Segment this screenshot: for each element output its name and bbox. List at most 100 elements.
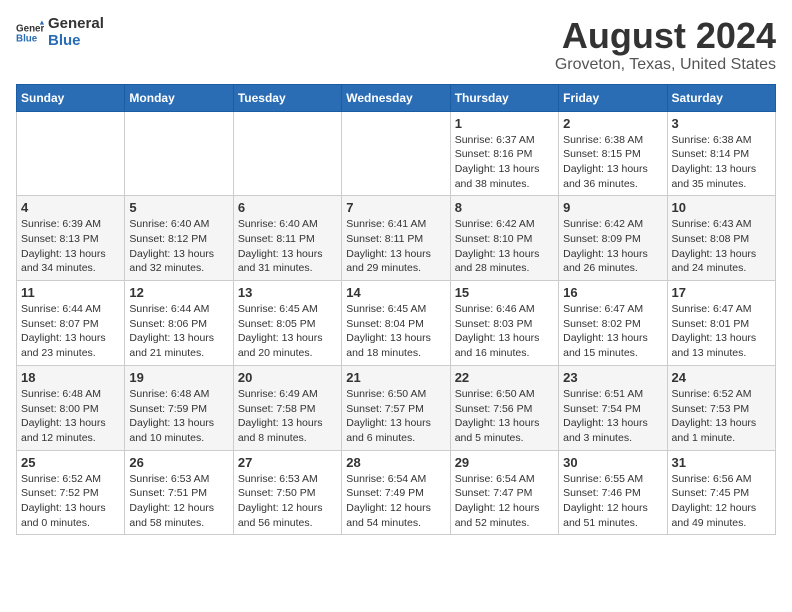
day-info: Sunrise: 6:50 AM Sunset: 7:57 PM Dayligh… — [346, 387, 445, 446]
day-number: 4 — [21, 200, 120, 215]
svg-text:Blue: Blue — [16, 33, 38, 44]
calendar-cell: 16 Sunrise: 6:47 AM Sunset: 8:02 PM Dayli… — [559, 281, 667, 366]
calendar-cell: 5 Sunrise: 6:40 AM Sunset: 8:12 PM Daylig… — [125, 196, 233, 281]
day-info: Sunrise: 6:41 AM Sunset: 8:11 PM Dayligh… — [346, 217, 445, 276]
day-info: Sunrise: 6:38 AM Sunset: 8:14 PM Dayligh… — [672, 133, 771, 192]
calendar-cell: 6 Sunrise: 6:40 AM Sunset: 8:11 PM Daylig… — [233, 196, 341, 281]
day-info: Sunrise: 6:53 AM Sunset: 7:51 PM Dayligh… — [129, 472, 228, 531]
title-area: August 2024 Groveton, Texas, United Stat… — [555, 16, 776, 74]
calendar-cell — [342, 111, 450, 196]
calendar-cell: 29 Sunrise: 6:54 AM Sunset: 7:47 PM Dayli… — [450, 450, 558, 535]
calendar: SundayMondayTuesdayWednesdayThursdayFrid… — [16, 84, 776, 536]
day-number: 26 — [129, 455, 228, 470]
day-number: 7 — [346, 200, 445, 215]
calendar-cell: 1Sunrise: 6:37 AM Sunset: 8:16 PM Daylig… — [450, 111, 558, 196]
calendar-cell: 11Sunrise: 6:44 AM Sunset: 8:07 PM Dayli… — [17, 281, 125, 366]
calendar-cell — [17, 111, 125, 196]
day-number: 30 — [563, 455, 662, 470]
day-number: 2 — [563, 116, 662, 131]
calendar-cell: 25 Sunrise: 6:52 AM Sunset: 7:52 PM Dayli… — [17, 450, 125, 535]
day-info: Sunrise: 6:47 AM Sunset: 8:01 PM Dayligh… — [672, 302, 771, 361]
calendar-cell: 23Sunrise: 6:51 AM Sunset: 7:54 PM Dayli… — [559, 365, 667, 450]
day-info: Sunrise: 6:46 AM Sunset: 8:03 PM Dayligh… — [455, 302, 554, 361]
day-number: 9 — [563, 200, 662, 215]
day-number: 10 — [672, 200, 771, 215]
day-info: Sunrise: 6:52 AM Sunset: 7:53 PM Dayligh… — [672, 387, 771, 446]
weekday-header-friday: Friday — [559, 84, 667, 111]
day-number: 25 — [21, 455, 120, 470]
day-info: Sunrise: 6:56 AM Sunset: 7:45 PM Dayligh… — [672, 472, 771, 531]
calendar-cell: 26 Sunrise: 6:53 AM Sunset: 7:51 PM Dayli… — [125, 450, 233, 535]
day-number: 8 — [455, 200, 554, 215]
day-info: Sunrise: 6:53 AM Sunset: 7:50 PM Dayligh… — [238, 472, 337, 531]
calendar-cell: 17 Sunrise: 6:47 AM Sunset: 8:01 PM Dayli… — [667, 281, 775, 366]
week-row-4: 18Sunrise: 6:48 AM Sunset: 8:00 PM Dayli… — [17, 365, 776, 450]
day-number: 19 — [129, 370, 228, 385]
day-number: 18 — [21, 370, 120, 385]
week-row-3: 11Sunrise: 6:44 AM Sunset: 8:07 PM Dayli… — [17, 281, 776, 366]
weekday-header-sunday: Sunday — [17, 84, 125, 111]
logo-blue: Blue — [48, 33, 104, 50]
day-info: Sunrise: 6:48 AM Sunset: 7:59 PM Dayligh… — [129, 387, 228, 446]
header: General Blue General Blue August 2024 Gr… — [16, 16, 776, 74]
weekday-header-row: SundayMondayTuesdayWednesdayThursdayFrid… — [17, 84, 776, 111]
week-row-5: 25 Sunrise: 6:52 AM Sunset: 7:52 PM Dayli… — [17, 450, 776, 535]
weekday-header-tuesday: Tuesday — [233, 84, 341, 111]
day-info: Sunrise: 6:37 AM Sunset: 8:16 PM Dayligh… — [455, 133, 554, 192]
weekday-header-monday: Monday — [125, 84, 233, 111]
day-number: 22 — [455, 370, 554, 385]
day-number: 20 — [238, 370, 337, 385]
calendar-cell: 30 Sunrise: 6:55 AM Sunset: 7:46 PM Dayli… — [559, 450, 667, 535]
day-info: Sunrise: 6:52 AM Sunset: 7:52 PM Dayligh… — [21, 472, 120, 531]
calendar-cell: 4 Sunrise: 6:39 AM Sunset: 8:13 PM Daylig… — [17, 196, 125, 281]
day-info: Sunrise: 6:45 AM Sunset: 8:04 PM Dayligh… — [346, 302, 445, 361]
calendar-cell: 15 Sunrise: 6:46 AM Sunset: 8:03 PM Dayli… — [450, 281, 558, 366]
calendar-cell: 18Sunrise: 6:48 AM Sunset: 8:00 PM Dayli… — [17, 365, 125, 450]
day-info: Sunrise: 6:43 AM Sunset: 8:08 PM Dayligh… — [672, 217, 771, 276]
weekday-header-wednesday: Wednesday — [342, 84, 450, 111]
day-number: 16 — [563, 285, 662, 300]
logo-general: General — [48, 16, 104, 33]
calendar-cell: 3 Sunrise: 6:38 AM Sunset: 8:14 PM Daylig… — [667, 111, 775, 196]
day-number: 29 — [455, 455, 554, 470]
main-title: August 2024 — [555, 16, 776, 56]
day-info: Sunrise: 6:55 AM Sunset: 7:46 PM Dayligh… — [563, 472, 662, 531]
calendar-cell: 27Sunrise: 6:53 AM Sunset: 7:50 PM Dayli… — [233, 450, 341, 535]
week-row-1: 1Sunrise: 6:37 AM Sunset: 8:16 PM Daylig… — [17, 111, 776, 196]
day-number: 6 — [238, 200, 337, 215]
day-number: 31 — [672, 455, 771, 470]
day-number: 28 — [346, 455, 445, 470]
day-number: 14 — [346, 285, 445, 300]
calendar-cell: 2 Sunrise: 6:38 AM Sunset: 8:15 PM Daylig… — [559, 111, 667, 196]
day-number: 15 — [455, 285, 554, 300]
day-info: Sunrise: 6:38 AM Sunset: 8:15 PM Dayligh… — [563, 133, 662, 192]
calendar-cell: 7 Sunrise: 6:41 AM Sunset: 8:11 PM Daylig… — [342, 196, 450, 281]
calendar-cell: 28Sunrise: 6:54 AM Sunset: 7:49 PM Dayli… — [342, 450, 450, 535]
day-info: Sunrise: 6:44 AM Sunset: 8:06 PM Dayligh… — [129, 302, 228, 361]
weekday-header-thursday: Thursday — [450, 84, 558, 111]
day-number: 12 — [129, 285, 228, 300]
day-number: 5 — [129, 200, 228, 215]
calendar-cell: 14 Sunrise: 6:45 AM Sunset: 8:04 PM Dayli… — [342, 281, 450, 366]
day-number: 13 — [238, 285, 337, 300]
day-number: 3 — [672, 116, 771, 131]
day-info: Sunrise: 6:47 AM Sunset: 8:02 PM Dayligh… — [563, 302, 662, 361]
day-number: 17 — [672, 285, 771, 300]
day-info: Sunrise: 6:39 AM Sunset: 8:13 PM Dayligh… — [21, 217, 120, 276]
day-info: Sunrise: 6:40 AM Sunset: 8:12 PM Dayligh… — [129, 217, 228, 276]
day-number: 24 — [672, 370, 771, 385]
day-number: 21 — [346, 370, 445, 385]
day-info: Sunrise: 6:51 AM Sunset: 7:54 PM Dayligh… — [563, 387, 662, 446]
calendar-cell: 9 Sunrise: 6:42 AM Sunset: 8:09 PM Daylig… — [559, 196, 667, 281]
logo: General Blue General Blue — [16, 16, 104, 49]
day-info: Sunrise: 6:40 AM Sunset: 8:11 PM Dayligh… — [238, 217, 337, 276]
week-row-2: 4 Sunrise: 6:39 AM Sunset: 8:13 PM Daylig… — [17, 196, 776, 281]
calendar-cell: 31 Sunrise: 6:56 AM Sunset: 7:45 PM Dayli… — [667, 450, 775, 535]
day-info: Sunrise: 6:54 AM Sunset: 7:47 PM Dayligh… — [455, 472, 554, 531]
calendar-cell: 24 Sunrise: 6:52 AM Sunset: 7:53 PM Dayli… — [667, 365, 775, 450]
calendar-cell: 21 Sunrise: 6:50 AM Sunset: 7:57 PM Dayli… — [342, 365, 450, 450]
calendar-cell: 8Sunrise: 6:42 AM Sunset: 8:10 PM Daylig… — [450, 196, 558, 281]
day-info: Sunrise: 6:42 AM Sunset: 8:09 PM Dayligh… — [563, 217, 662, 276]
day-info: Sunrise: 6:49 AM Sunset: 7:58 PM Dayligh… — [238, 387, 337, 446]
day-info: Sunrise: 6:50 AM Sunset: 7:56 PM Dayligh… — [455, 387, 554, 446]
